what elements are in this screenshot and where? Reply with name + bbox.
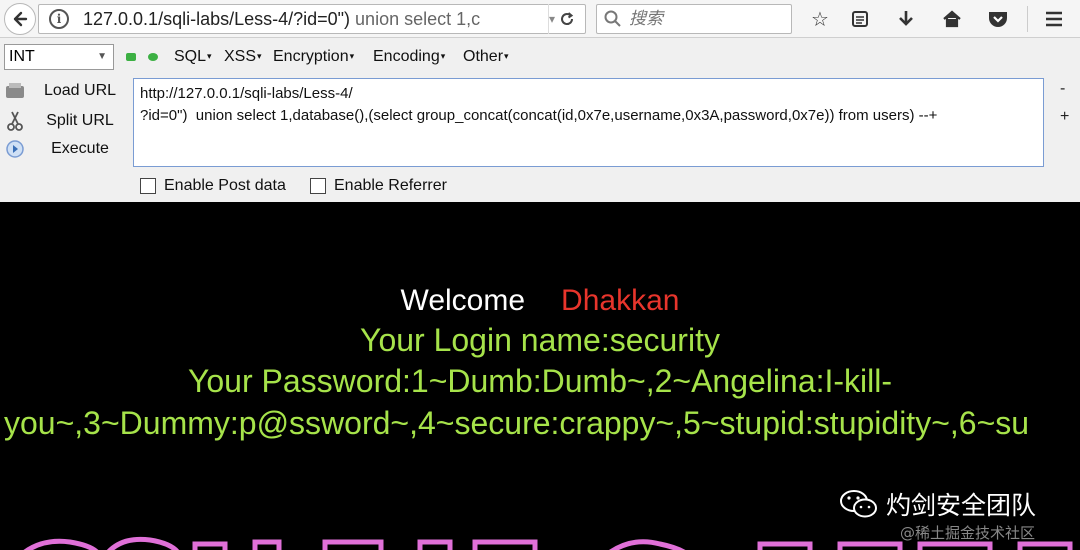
wechat-icon (840, 490, 877, 518)
toolbar-separator (1027, 6, 1028, 32)
shrink-button[interactable]: - (1060, 80, 1065, 98)
minus-green-icon[interactable] (126, 53, 136, 61)
reload-icon (560, 12, 573, 25)
menu-xss-label: XSS (224, 48, 257, 65)
split-url-button[interactable]: Split URL (4, 108, 120, 134)
hackbar-panel: INT ▼ SQL▾ XSS▾ Encryption▾ Encoding▾ Ot… (0, 38, 1080, 202)
enable-referrer-checkbox[interactable]: Enable Referrer (310, 176, 447, 196)
reading-list-icon[interactable] (846, 5, 874, 33)
textarea-line-2: ?id=0") union select 1,database(),(selec… (140, 107, 938, 124)
download-icon[interactable] (892, 5, 920, 33)
password-line-2: you~,3~Dummy:p@ssword~,4~secure:crappy~,… (4, 405, 1030, 441)
chevron-down-icon: ▼ (97, 51, 107, 62)
int-select-value: INT (9, 48, 35, 65)
referrer-checkbox-label: Enable Referrer (334, 177, 447, 194)
plus-green-icon[interactable] (148, 53, 158, 61)
menu-encoding[interactable]: Encoding▾ (373, 48, 445, 66)
welcome-line: Welcome Dhakkan (0, 284, 1080, 318)
url-main: 127.0.0.1/sqli-labs/Less-4/?id=0") (83, 8, 351, 29)
menu-encryption[interactable]: Encryption▾ (273, 48, 354, 66)
page-content: Welcome Dhakkan Your Login name:security … (0, 202, 1080, 550)
welcome-name: Dhakkan (561, 284, 680, 317)
enable-post-checkbox[interactable]: Enable Post data (140, 176, 286, 196)
pocket-icon[interactable] (984, 5, 1012, 33)
search-input[interactable] (629, 9, 779, 29)
menu-icon[interactable] (1040, 5, 1068, 33)
post-checkbox-label: Enable Post data (164, 177, 286, 194)
menu-other-label: Other (463, 48, 504, 65)
back-arrow-icon (13, 11, 28, 27)
back-button[interactable] (4, 3, 36, 35)
referrer-checkbox-box[interactable] (310, 178, 326, 194)
url-rest: union select 1,c (350, 8, 481, 29)
bookmark-star-icon[interactable]: ☆ (806, 5, 834, 33)
load-url-icon (4, 80, 26, 102)
login-name-line: Your Login name:security (360, 322, 720, 358)
menu-sql-label: SQL (174, 48, 207, 65)
watermark-text: 灼剑安全团队 (886, 491, 1037, 520)
watermark: 灼剑安全团队 (838, 486, 1036, 522)
split-url-label: Split URL (46, 112, 114, 129)
menu-other[interactable]: Other▾ (463, 48, 509, 66)
search-bar[interactable] (596, 4, 792, 34)
menu-encryption-label: Encryption (273, 48, 349, 65)
menu-xss[interactable]: XSS▾ (224, 48, 262, 66)
search-icon (604, 10, 621, 27)
load-url-button[interactable]: Load URL (4, 78, 120, 104)
execute-button[interactable]: Execute (4, 136, 120, 162)
int-select[interactable]: INT ▼ (4, 44, 114, 70)
neon-banner-decoration (23, 536, 1073, 550)
browser-toolbar: i 127.0.0.1/sqli-labs/Less-4/?id=0") uni… (0, 0, 1080, 38)
url-text[interactable]: 127.0.0.1/sqli-labs/Less-4/?id=0") union… (83, 9, 503, 30)
textarea-line-1: http://127.0.0.1/sqli-labs/Less-4/ (140, 85, 353, 102)
welcome-text: Welcome (400, 284, 526, 317)
reload-button[interactable] (548, 4, 584, 34)
post-checkbox-box[interactable] (140, 178, 156, 194)
execute-icon (4, 138, 26, 160)
url-textarea[interactable]: http://127.0.0.1/sqli-labs/Less-4/ ?id=0"… (133, 78, 1044, 167)
info-icon[interactable]: i (49, 9, 69, 29)
execute-label: Execute (51, 140, 109, 157)
load-url-label: Load URL (43, 82, 117, 99)
home-icon[interactable] (938, 5, 966, 33)
password-line-1: Your Password:1~Dumb:Dumb~,2~Angelina:I-… (187, 363, 893, 399)
expand-button[interactable]: + (1060, 108, 1069, 126)
menu-sql[interactable]: SQL▾ (174, 48, 212, 66)
menu-encoding-label: Encoding (373, 48, 440, 65)
scissors-icon (4, 110, 26, 132)
address-bar[interactable]: i 127.0.0.1/sqli-labs/Less-4/?id=0") uni… (38, 4, 586, 34)
